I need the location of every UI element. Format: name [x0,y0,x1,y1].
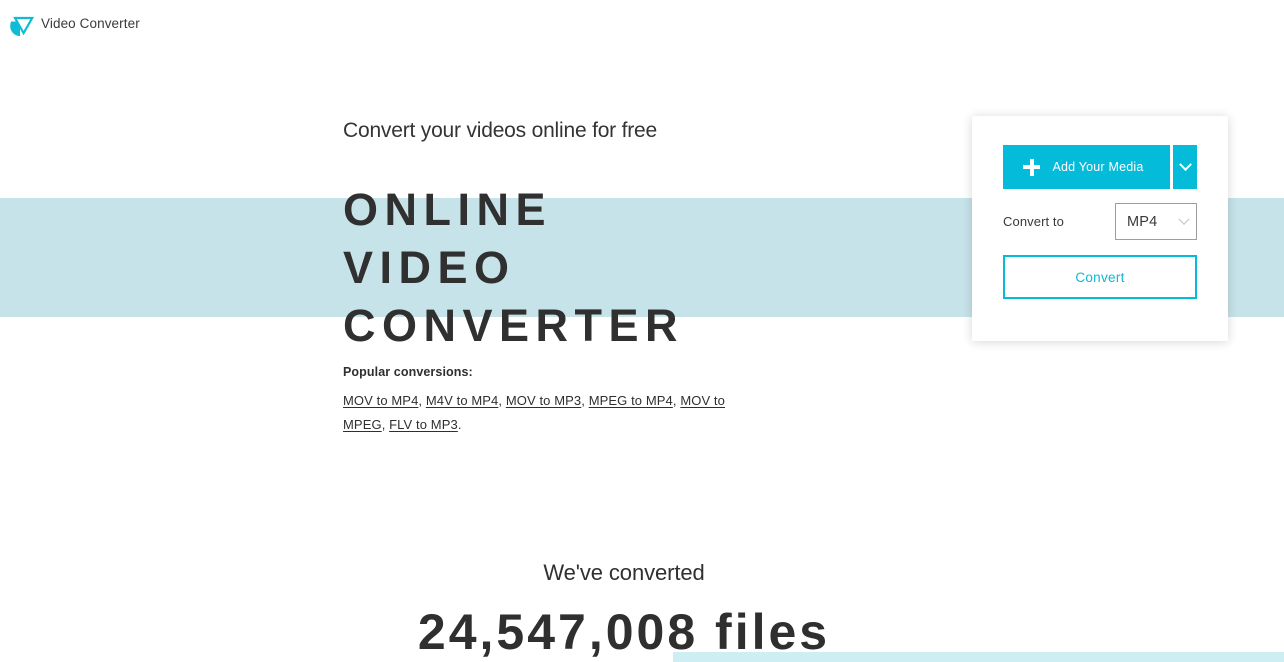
brand-name-label: Video Converter [41,16,140,32]
hero-subtitle: Convert your videos online for free [343,119,657,142]
site-header: Video Converter [0,0,1284,48]
popular-conversion-link[interactable]: FLV to MP3 [389,417,458,432]
brand-logo-link[interactable]: Video Converter [8,10,140,38]
add-media-dropdown-button[interactable] [1173,145,1197,189]
output-format-select[interactable]: MP4 [1115,203,1197,240]
popular-conversion-separator: , [418,393,426,408]
hero-title-line-2: VIDEO [343,242,516,293]
video-converter-logo-icon [8,10,35,38]
hero-section: Convert your videos online for free ONLI… [343,116,963,355]
convert-to-label: Convert to [1003,214,1064,229]
converted-counter-label: We've converted [543,560,705,585]
popular-conversion-link[interactable]: MPEG to MP4 [589,393,673,408]
popular-conversion-separator: , [381,417,390,432]
chevron-down-icon [1178,213,1190,225]
popular-conversions-links: MOV to MP4, M4V to MP4, MOV to MP3, MPEG… [343,389,763,437]
page-root: Video Converter Convert your videos onli… [0,0,1284,662]
popular-conversions-section: Popular conversions: MOV to MP4, M4V to … [343,364,763,437]
output-format-value: MP4 [1127,213,1158,230]
converted-counter-value: 24,547,008 files [417,604,831,660]
page-title: ONLINE VIDEO CONVERTER [343,181,963,355]
converter-card: Add Your Media Convert to MP4 Convert [972,116,1228,341]
popular-conversions-label: Popular conversions: [343,365,473,379]
chevron-down-icon [1178,157,1192,171]
convert-button[interactable]: Convert [1003,255,1197,299]
hero-title-line-3: CONVERTER [343,300,685,351]
hero-title-line-1: ONLINE [343,184,553,235]
plus-icon [1023,158,1041,176]
popular-conversion-separator: , [581,393,589,408]
converted-counter-value-wrap: 24,547,008 files [0,596,1284,662]
add-your-media-label: Add Your Media [1052,160,1144,174]
convert-to-row: Convert to MP4 [1003,203,1197,240]
popular-conversion-separator: . [457,417,462,432]
add-media-row: Add Your Media [1003,145,1197,189]
popular-conversion-separator: , [498,393,506,408]
add-your-media-button[interactable]: Add Your Media [1003,145,1170,189]
popular-conversion-link[interactable]: MOV to MP4 [343,393,418,408]
popular-conversion-link[interactable]: M4V to MP4 [426,393,499,408]
popular-conversion-link[interactable]: MOV to MP3 [506,393,581,408]
converted-counter-section: We've converted 24,547,008 files [0,556,1284,662]
